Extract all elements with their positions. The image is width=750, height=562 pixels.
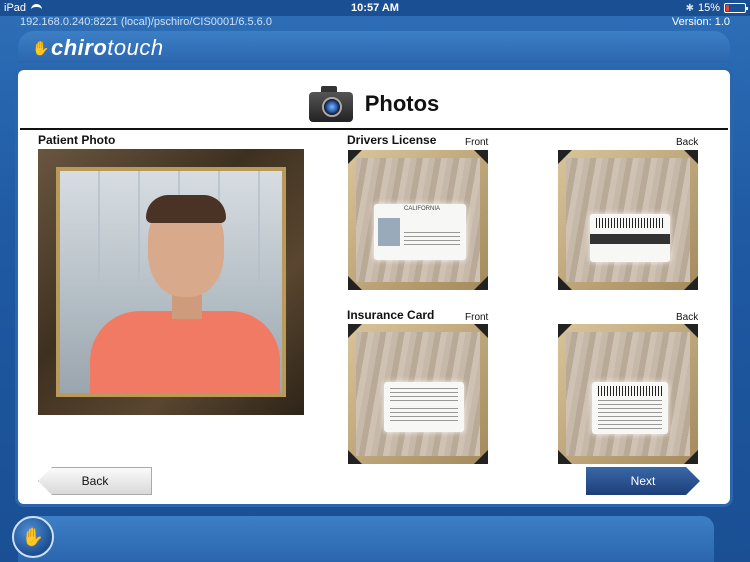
insurance-card-label: Insurance Card: [347, 308, 435, 322]
page-title: Photos: [364, 91, 440, 116]
server-url: 192.168.0.240:8221 (local)/pschiro/CIS00…: [20, 16, 272, 28]
chirotouch-logo: ✋ chirotouch: [32, 35, 164, 61]
drivers-license-back-photo[interactable]: [558, 150, 698, 290]
battery-icon: [724, 3, 748, 13]
patient-photo-image: [56, 167, 286, 397]
insurance-card-front-photo[interactable]: [348, 324, 488, 464]
insurance-card-back-photo[interactable]: [558, 324, 698, 464]
header-banner: ✋ chirotouch: [18, 31, 730, 63]
page-header: Photos: [18, 80, 730, 128]
battery-percent: 15%: [697, 2, 720, 14]
header-divider: [20, 128, 728, 130]
license-card-front: CALIFORNIA: [374, 204, 466, 260]
bluetooth-icon: ✱: [685, 2, 694, 14]
next-button[interactable]: Next: [586, 467, 700, 495]
app-version: Version: 1.0: [671, 16, 730, 28]
patient-photo[interactable]: [38, 149, 304, 415]
hand-logo-icon: ✋: [32, 40, 50, 56]
url-bar: 192.168.0.240:8221 (local)/pschiro/CIS00…: [20, 16, 730, 30]
license-state-text: CALIFORNIA: [404, 206, 441, 212]
camera-icon: [308, 84, 353, 124]
photos-panel: Photos Patient Photo Drivers License Fro…: [18, 70, 730, 504]
insurance-card-back-label: Back: [676, 312, 699, 323]
drivers-license-back-label: Back: [676, 137, 699, 148]
bottom-bar: [18, 516, 714, 562]
license-card-back: [590, 214, 670, 262]
insurance-card-front: [384, 382, 464, 432]
logo-text: chirotouch: [51, 35, 164, 60]
drivers-license-label: Drivers License: [347, 133, 437, 147]
insurance-card-back: [592, 382, 668, 434]
drivers-license-front-label: Front: [465, 137, 489, 148]
insurance-card-front-label: Front: [465, 312, 489, 323]
drivers-license-front-photo[interactable]: CALIFORNIA: [348, 150, 488, 290]
back-button[interactable]: Back: [38, 467, 152, 495]
patient-photo-label: Patient Photo: [38, 133, 116, 147]
status-bar: iPad 10:57 AM ✱ 15%: [0, 0, 750, 16]
chirotouch-hand-icon[interactable]: ✋: [12, 516, 54, 558]
status-time: 10:57 AM: [351, 2, 399, 14]
